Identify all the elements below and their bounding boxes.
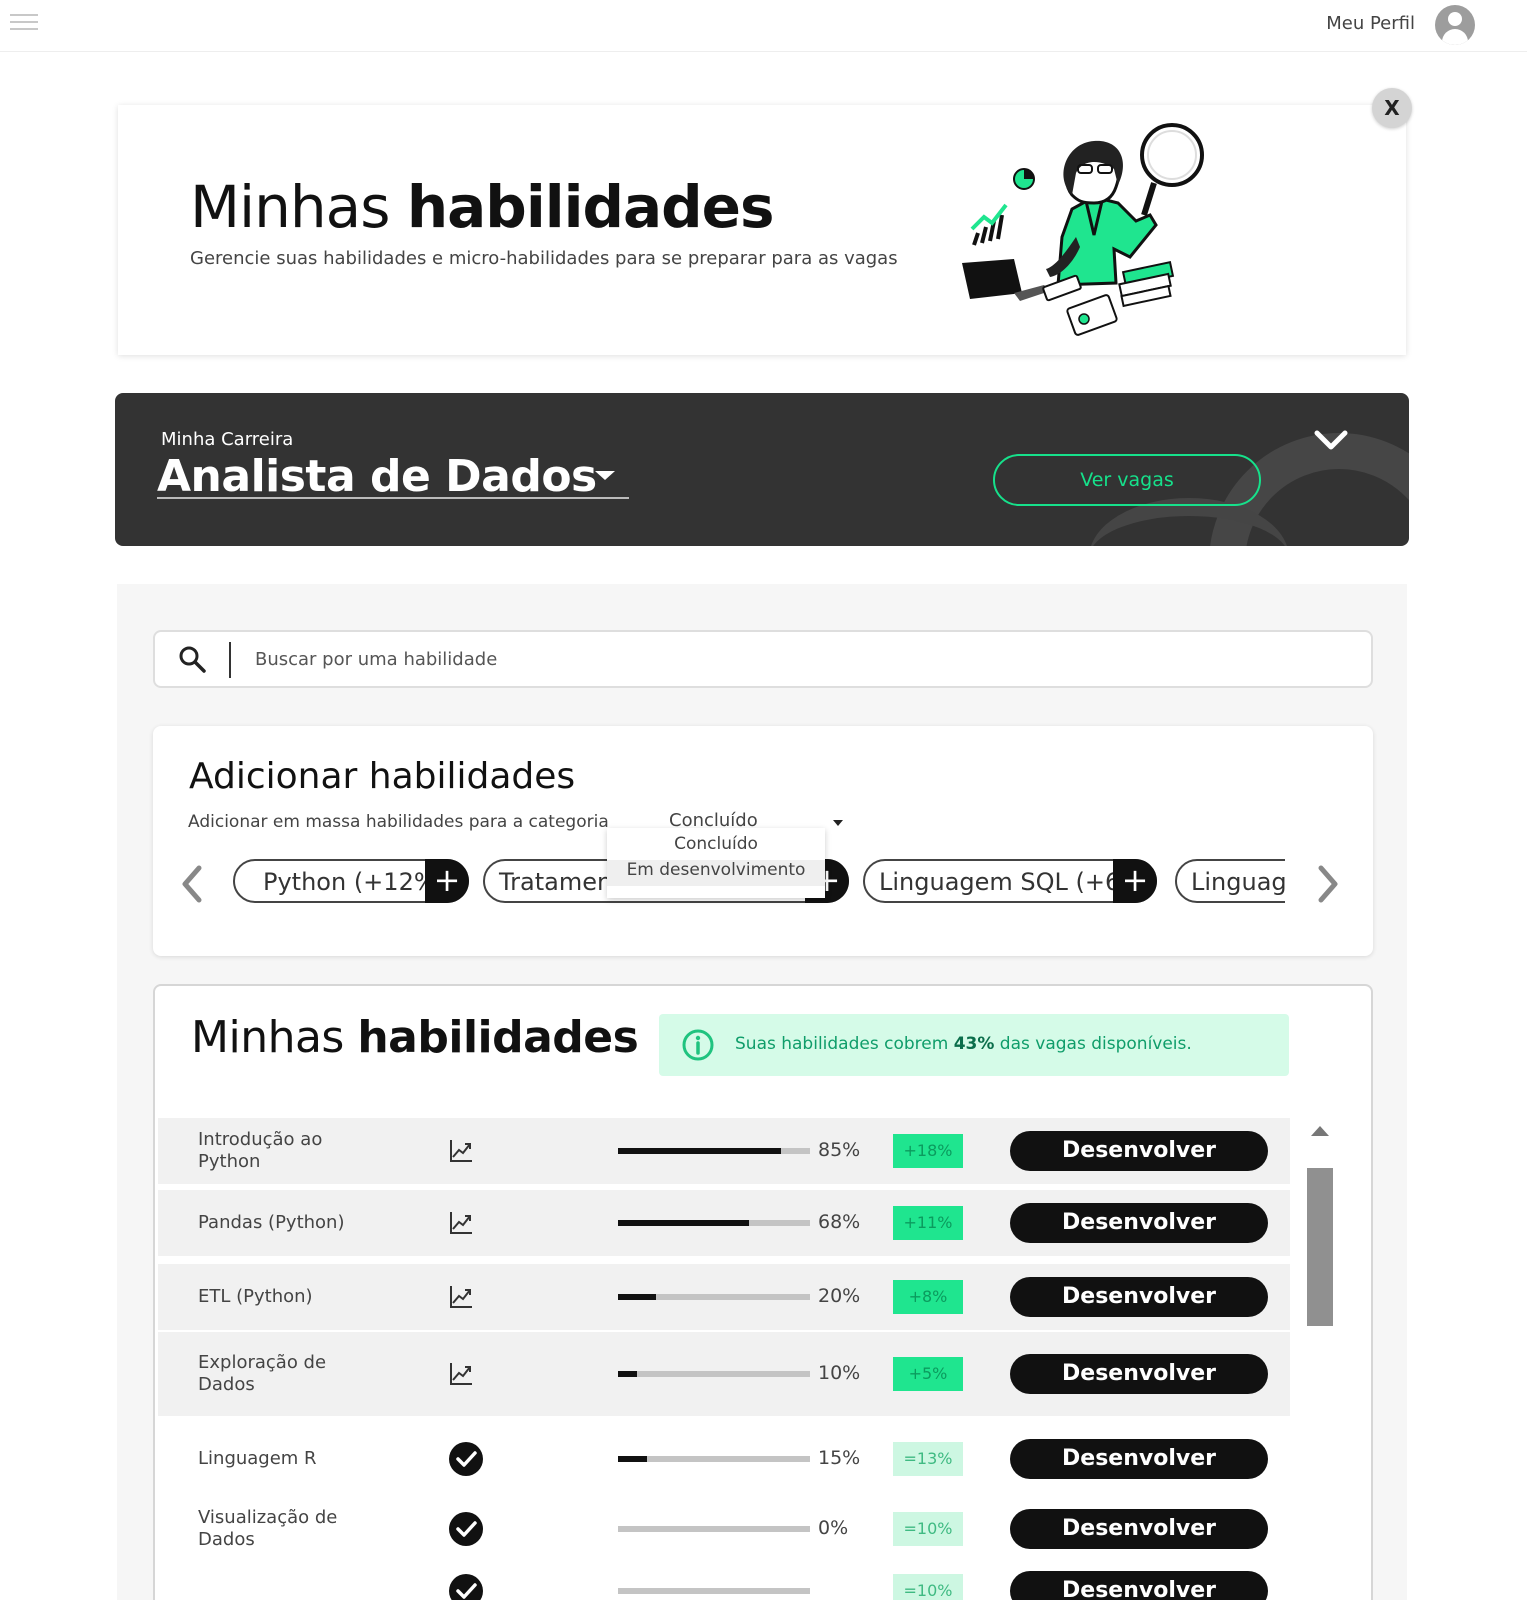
- avatar[interactable]: [1435, 5, 1475, 45]
- develop-button[interactable]: Desenvolver: [1010, 1277, 1268, 1317]
- progress-bar: [618, 1371, 810, 1377]
- skill-chip[interactable]: Linguagem R (+5%) +: [1175, 859, 1285, 903]
- progress-bar: [618, 1526, 810, 1532]
- trend-icon[interactable]: [448, 1138, 474, 1164]
- progress-label: 15%: [818, 1447, 861, 1469]
- progress-label: 10%: [818, 1362, 861, 1384]
- coverage-banner: Suas habilidades cobrem 43% das vagas di…: [659, 1014, 1289, 1076]
- chevron-left-icon[interactable]: [177, 862, 207, 906]
- develop-button[interactable]: Desenvolver: [1010, 1439, 1268, 1479]
- add-chip-button[interactable]: +: [425, 859, 469, 903]
- check-icon[interactable]: [448, 1441, 484, 1477]
- scroll-up-arrow[interactable]: [1311, 1126, 1329, 1136]
- add-skills-title: Adicionar habilidades: [189, 756, 576, 797]
- my-profile-link[interactable]: Meu Perfil: [1326, 13, 1415, 34]
- skill-name: Visualização de Dados: [198, 1507, 338, 1550]
- skill-chip-label: Linguagem SQL (+6%): [879, 868, 1153, 896]
- skill-name: Pandas (Python): [198, 1212, 345, 1233]
- delta-badge: =10%: [893, 1574, 963, 1600]
- info-icon: [682, 1029, 714, 1061]
- skill-row: ETL (Python) 20% +8% Desenvolver: [158, 1264, 1290, 1330]
- progress-bar-fill: [618, 1371, 638, 1377]
- hero-card: Minhas habilidades Gerencie suas habilid…: [118, 105, 1406, 355]
- progress-bar: [618, 1220, 810, 1226]
- skills-panel: Adicionar habilidades Adicionar em massa…: [117, 584, 1407, 1600]
- develop-button[interactable]: Desenvolver: [1010, 1203, 1268, 1243]
- skill-chip[interactable]: Linguagem SQL (+6%) +: [863, 859, 1157, 903]
- progress-bar: [618, 1456, 810, 1462]
- trend-icon[interactable]: [448, 1361, 474, 1387]
- caret-down-icon: [833, 820, 843, 826]
- coverage-text: Suas habilidades cobrem 43% das vagas di…: [735, 1034, 1192, 1054]
- check-icon[interactable]: [448, 1573, 484, 1600]
- delta-badge: +18%: [893, 1134, 963, 1168]
- scrollbar-thumb[interactable]: [1307, 1168, 1333, 1326]
- delta-badge: =10%: [893, 1512, 963, 1546]
- category-option[interactable]: Em desenvolvimento: [607, 860, 825, 886]
- skill-row: Pandas (Python) 68% +11% Desenvolver: [158, 1190, 1290, 1256]
- category-option[interactable]: Concluído: [607, 834, 825, 860]
- develop-button[interactable]: Desenvolver: [1010, 1509, 1268, 1549]
- skill-chip-label: Linguagem R (+5%): [1191, 868, 1285, 896]
- delta-badge: =13%: [893, 1442, 963, 1476]
- skill-row: =10% Desenvolver: [158, 1558, 1290, 1600]
- progress-bar-fill: [618, 1220, 749, 1226]
- my-skills-title: Minhas habilidades: [191, 1012, 639, 1063]
- skill-chip-label: Python (+12%): [263, 868, 446, 896]
- skill-name: Introdução ao Python: [198, 1129, 323, 1172]
- my-skills-card: Minhas habilidades Suas habilidades cobr…: [153, 984, 1373, 1600]
- check-icon[interactable]: [448, 1511, 484, 1547]
- develop-button[interactable]: Desenvolver: [1010, 1354, 1268, 1394]
- page-subtitle: Gerencie suas habilidades e micro-habili…: [190, 248, 898, 269]
- skill-name: ETL (Python): [198, 1286, 313, 1307]
- career-select[interactable]: Analista de Dados: [157, 451, 629, 502]
- progress-label: 68%: [818, 1211, 861, 1233]
- search-divider: [229, 642, 231, 678]
- search-icon: [179, 646, 206, 673]
- delta-badge: +5%: [893, 1357, 963, 1391]
- progress-bar: [618, 1148, 810, 1154]
- chevron-right-icon[interactable]: [1313, 862, 1343, 906]
- search-input[interactable]: [255, 640, 1335, 678]
- chevron-down-icon[interactable]: [1311, 425, 1351, 455]
- progress-bar: [618, 1588, 810, 1594]
- close-button[interactable]: X: [1372, 88, 1412, 128]
- career-value: Analista de Dados: [157, 451, 597, 502]
- skill-row: Introdução ao Python 85% +18% Desenvolver: [158, 1118, 1290, 1184]
- progress-bar-fill: [618, 1294, 657, 1300]
- page-title: Minhas habilidades: [190, 173, 774, 241]
- analyst-illustration: [962, 123, 1204, 336]
- career-banner: Minha Carreira Analista de Dados Ver vag…: [115, 393, 1409, 546]
- search-bar: [153, 630, 1373, 688]
- menu-icon[interactable]: [10, 14, 38, 34]
- develop-button[interactable]: Desenvolver: [1010, 1571, 1268, 1600]
- skill-chip[interactable]: Python (+12%) +: [233, 859, 469, 903]
- progress-bar-fill: [618, 1148, 782, 1154]
- view-jobs-button[interactable]: Ver vagas: [993, 454, 1261, 506]
- trend-icon[interactable]: [448, 1284, 474, 1310]
- progress-bar: [618, 1294, 810, 1300]
- progress-label: 0%: [818, 1517, 849, 1539]
- add-chip-button[interactable]: +: [1113, 859, 1157, 903]
- add-skills-subtitle: Adicionar em massa habilidades para a ca…: [188, 812, 609, 832]
- progress-label: 85%: [818, 1139, 861, 1161]
- skill-row: Linguagem R 15% =13% Desenvolver: [158, 1426, 1290, 1492]
- delta-badge: +8%: [893, 1280, 963, 1314]
- career-label: Minha Carreira: [161, 429, 294, 450]
- progress-bar-fill: [618, 1456, 647, 1462]
- category-dropdown: Concluído Em desenvolvimento: [607, 828, 825, 898]
- skill-name: Exploração de Dados: [198, 1352, 327, 1395]
- trend-icon[interactable]: [448, 1210, 474, 1236]
- progress-label: 20%: [818, 1285, 861, 1307]
- add-skills-card: Adicionar habilidades Adicionar em massa…: [153, 726, 1373, 956]
- develop-button[interactable]: Desenvolver: [1010, 1131, 1268, 1171]
- skill-name: Linguagem R: [198, 1448, 317, 1469]
- top-bar: Meu Perfil: [0, 0, 1527, 52]
- skill-row: Visualização de Dados 0% =10% Desenvolver: [158, 1496, 1290, 1562]
- skill-row: Exploração de Dados 10% +5% Desenvolver: [158, 1332, 1290, 1416]
- delta-badge: +11%: [893, 1206, 963, 1240]
- caret-down-icon: [595, 471, 615, 480]
